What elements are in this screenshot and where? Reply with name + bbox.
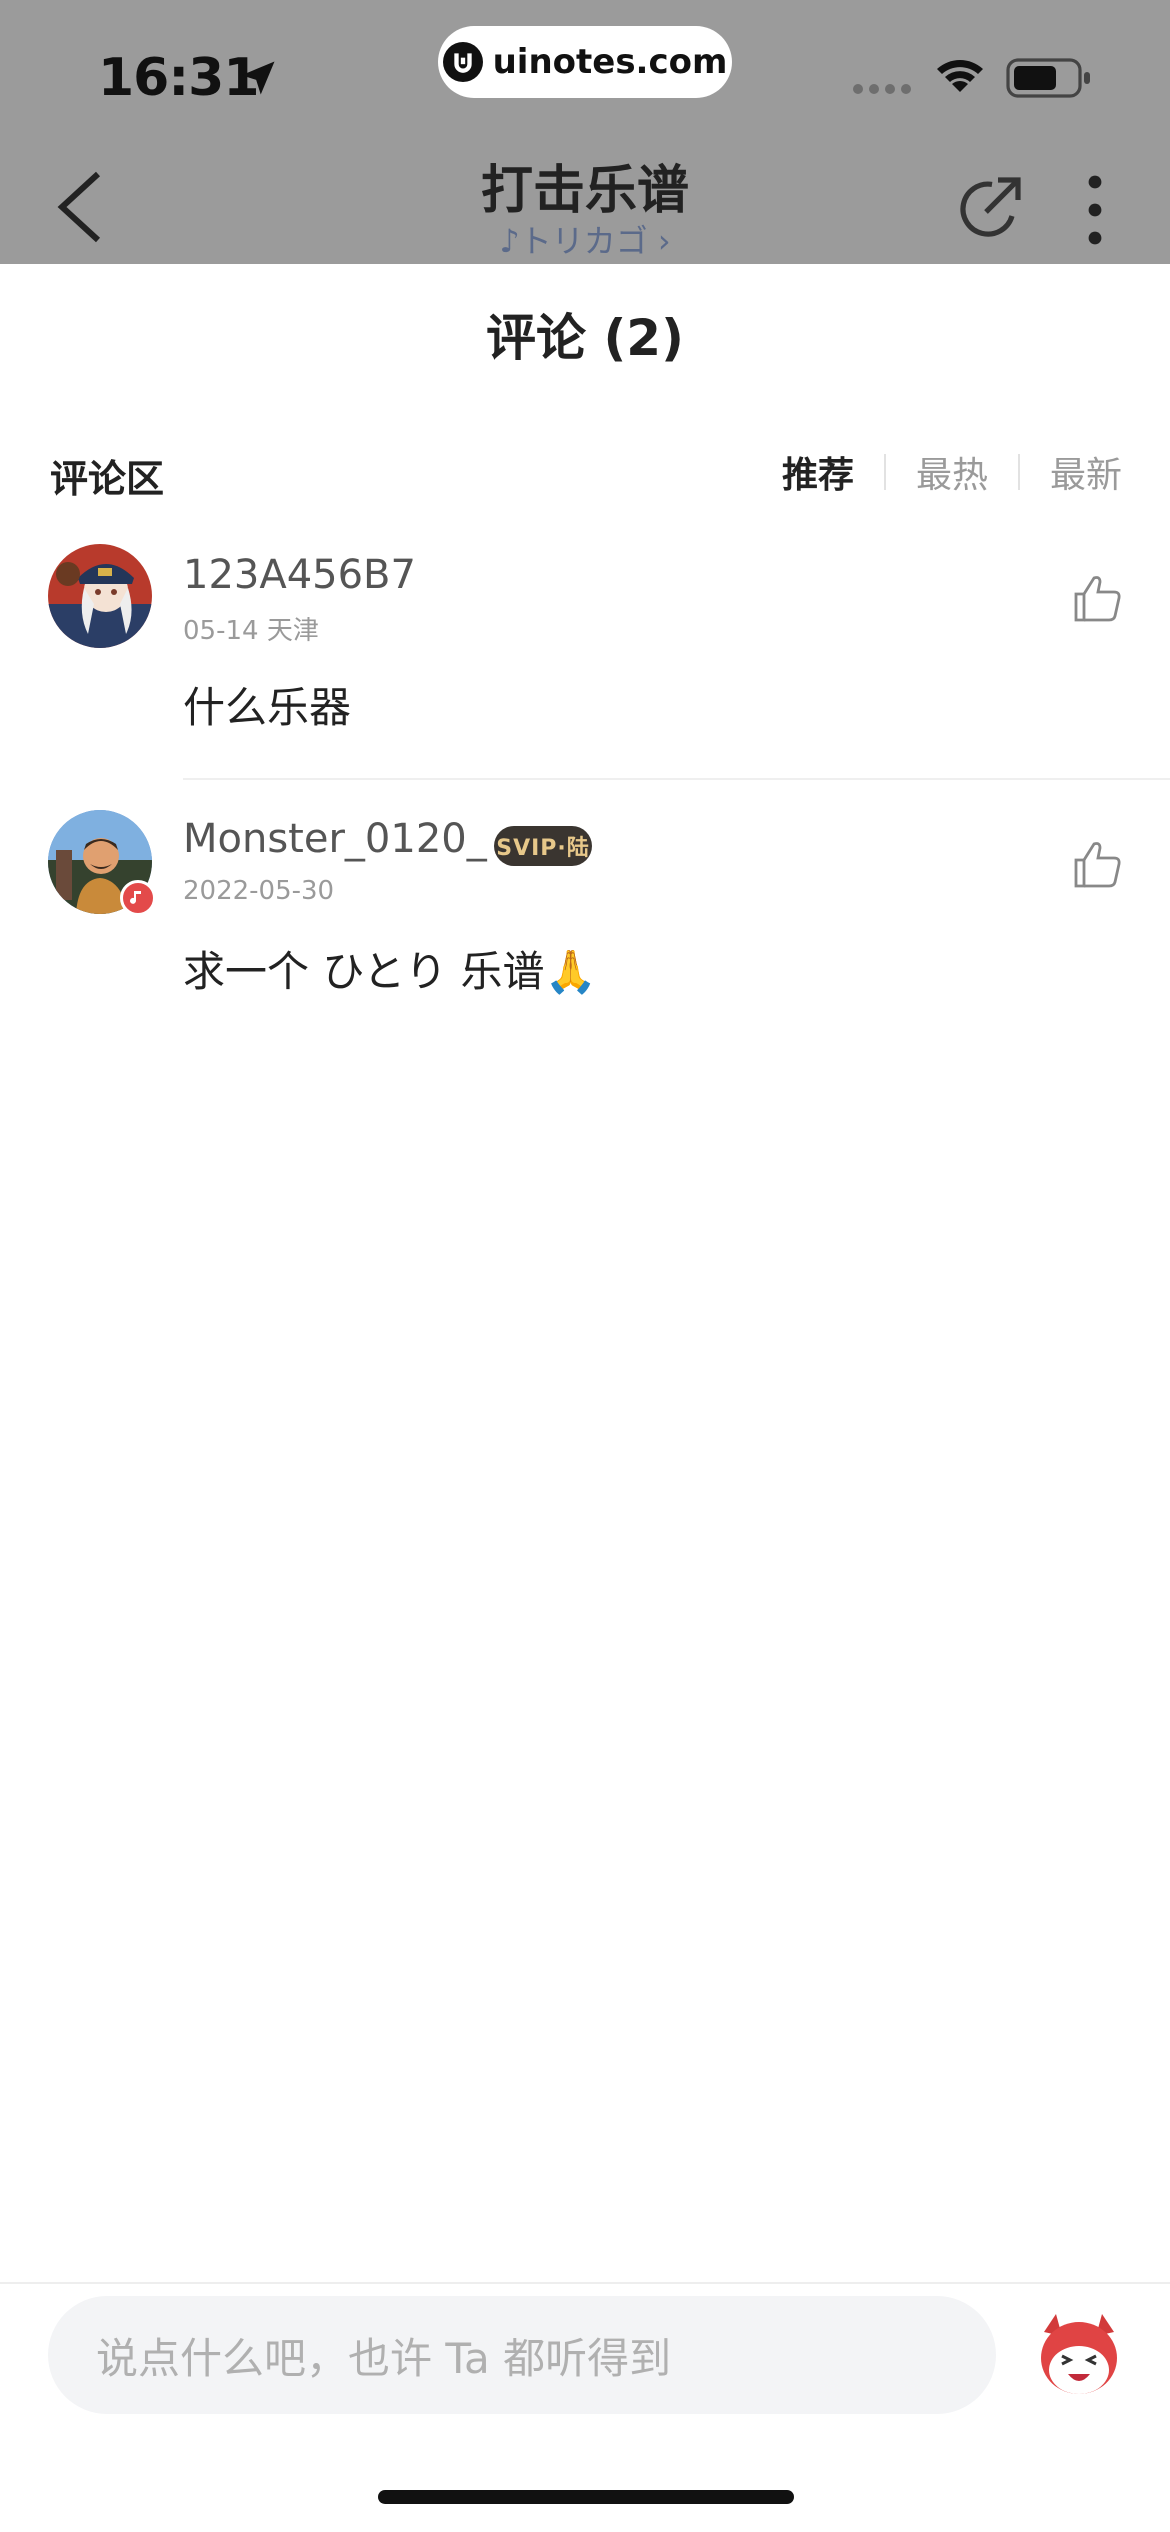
vip-badge-text: SVIP·陆: [496, 836, 590, 861]
sort-tabs: 推荐 最热 最新: [752, 446, 1122, 498]
emoji-mascot-icon[interactable]: [1034, 2312, 1124, 2398]
like-thumbs-up-icon[interactable]: [1072, 838, 1124, 890]
comment-divider: [183, 778, 1170, 780]
url-text: uinotes.com: [492, 42, 728, 82]
tab-hottest[interactable]: 最热: [886, 446, 1018, 498]
avatar[interactable]: [48, 544, 152, 648]
screen: 16:31 uinotes.com 打击乐谱 ♪トリカゴ › 评论 (2) 评论…: [0, 0, 1170, 2532]
comment-meta: 05-14 天津: [183, 616, 319, 646]
battery-icon: [1006, 58, 1090, 98]
more-vertical-icon[interactable]: [1080, 170, 1110, 250]
comment-username[interactable]: Monster_0120_: [183, 816, 487, 862]
tab-newest[interactable]: 最新: [1020, 446, 1122, 498]
comment-text: 求一个 ひとり 乐谱🙏: [183, 947, 597, 996]
wifi-icon: [937, 60, 983, 92]
url-pill[interactable]: uinotes.com: [438, 26, 732, 98]
status-time: 16:31: [98, 48, 260, 108]
site-logo-icon: [442, 42, 483, 82]
comment-username[interactable]: 123A456B7: [183, 552, 416, 598]
like-thumbs-up-icon[interactable]: [1072, 572, 1124, 624]
music-badge-icon: [120, 880, 156, 916]
home-indicator: [378, 2490, 794, 2504]
comment-meta: 2022-05-30: [183, 876, 335, 906]
comment-input[interactable]: 说点什么吧，也许 Ta 都听得到: [48, 2296, 996, 2414]
comment-section-label: 评论区: [50, 457, 165, 501]
cellular-signal-icon: [853, 84, 913, 96]
vip-badge: SVIP·陆: [494, 826, 592, 866]
comment-text: 什么乐器: [183, 683, 352, 732]
top-bar: 16:31 uinotes.com 打击乐谱 ♪トリカゴ ›: [0, 0, 1170, 264]
tab-recommended[interactable]: 推荐: [752, 446, 884, 498]
comments-title: 评论 (2): [486, 309, 684, 367]
input-divider: [0, 2282, 1170, 2284]
share-icon[interactable]: [950, 168, 1030, 248]
location-arrow-icon: [241, 61, 275, 95]
